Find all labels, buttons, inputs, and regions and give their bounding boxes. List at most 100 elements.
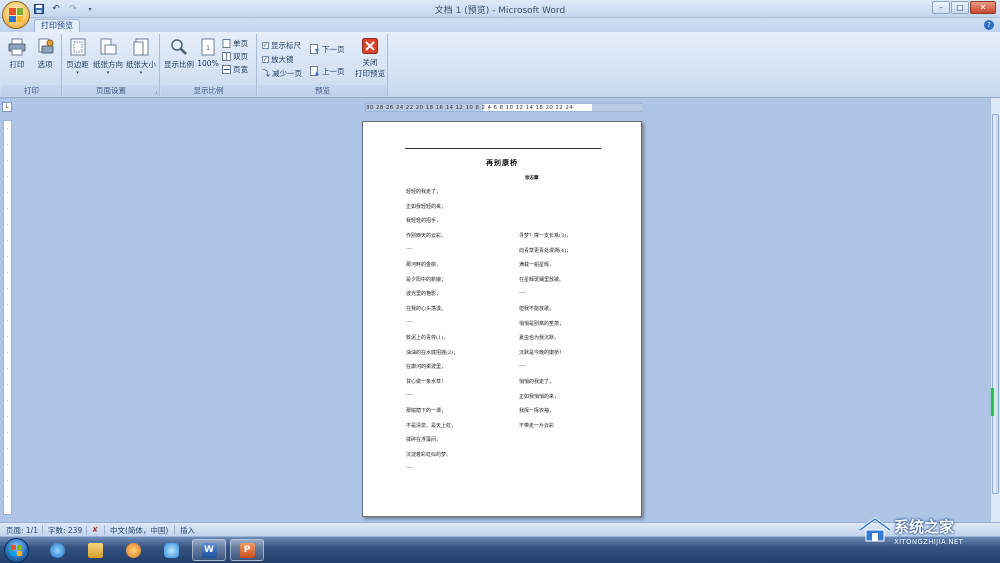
shrink-one-page-button[interactable]: ⤵ 减少一页 (262, 68, 302, 79)
poem-line: 波光里的艳影， (406, 291, 442, 298)
close-preview-button[interactable]: 关闭 打印预览 (354, 38, 386, 79)
magnifier-checkbox[interactable]: ✓ 放大镜 (262, 54, 294, 65)
page-width-button[interactable]: 页宽 (222, 64, 248, 75)
ribbon-tab-row: 打印预览 ? (0, 18, 1000, 33)
title-bar: ↶ ↷ ▾ 文档 1 (预览) - Microsoft Word – □ ✕ (0, 0, 1000, 29)
poem-line: 那河畔的金柳， (406, 261, 442, 268)
poem-line: 正如我轻轻的来； (406, 203, 447, 210)
poem-right-column: 寻梦？撑一支长篙(3)， 向青草更青处漫溯(4)； 满载一船星辉， 在星辉斑斓里… (519, 232, 571, 436)
two-pages-button[interactable]: 双页 (222, 51, 248, 62)
status-words[interactable]: 字数: 239 (48, 525, 82, 536)
taskbar-ie[interactable] (40, 539, 74, 561)
size-button[interactable]: 纸张大小 ▾ (125, 38, 157, 76)
show-ruler-checkbox[interactable]: ✓ 显示标尺 (262, 40, 301, 51)
poem-line: 油油的在水底招摇(2)； (406, 349, 459, 356)
vertical-scrollbar[interactable] (990, 98, 1000, 522)
poem-line: ---- (406, 319, 413, 326)
taskbar-powerpoint[interactable]: P (230, 539, 264, 561)
margins-button[interactable]: 页边距 ▾ (64, 38, 91, 76)
internet-explorer-icon (49, 542, 65, 558)
app-icon (163, 542, 179, 558)
status-separator (86, 525, 87, 535)
taskbar-word[interactable]: W (192, 539, 226, 561)
margins-dropdown-icon: ▾ (76, 70, 79, 76)
poem-line: 那榆荫下的一潭， (406, 407, 447, 414)
size-button-label: 纸张大小 (126, 60, 156, 69)
taskbar-explorer[interactable] (78, 539, 112, 561)
poem-line: 揉碎在浮藻间， (406, 437, 442, 444)
poem-line: ---- (406, 246, 413, 253)
one-page-label: 单页 (233, 39, 248, 48)
poem-line: ---- (519, 290, 526, 297)
minimize-button[interactable]: – (932, 1, 950, 14)
poem-line: 在康河的柔波里， (406, 364, 447, 371)
site-watermark: 系统之家 XITONGZHIJIA.NET (836, 514, 996, 560)
proofing-icon[interactable]: ✘ (92, 525, 98, 534)
zoom-button[interactable]: 显示比例 (163, 38, 195, 70)
ribbon: 打印 选项 打印 页边距 ▾ 纸张方向 ▾ 纸张大小 ▾ 页面设置 ⌟ 显示比例… (0, 32, 1000, 98)
one-page-icon (222, 39, 231, 48)
scrollbar-thumb[interactable] (992, 114, 999, 494)
watermark-url: XITONGZHIJIA.NET (894, 538, 964, 546)
magnifier-label: 放大镜 (271, 55, 294, 64)
prev-page-button[interactable]: 上一页 (310, 66, 345, 77)
print-button[interactable]: 打印 (6, 38, 28, 70)
options-icon (33, 38, 57, 58)
status-separator (42, 525, 43, 535)
two-pages-icon (222, 52, 231, 61)
tab-selector-icon[interactable]: L (2, 102, 12, 112)
taskbar-app[interactable] (154, 539, 188, 561)
orientation-dropdown-icon: ▾ (106, 70, 110, 76)
orientation-button[interactable]: 纸张方向 ▾ (92, 38, 124, 76)
tab-print-preview[interactable]: 打印预览 (34, 19, 80, 33)
zoom-button-label: 显示比例 (164, 60, 194, 69)
margins-icon (64, 38, 91, 58)
office-button[interactable] (2, 1, 30, 29)
paper-size-icon (125, 38, 157, 58)
page-setup-group-label: 页面设置 (63, 85, 159, 96)
poem-line: 在星辉斑斓里放歌。 (519, 276, 565, 283)
orientation-button-label: 纸张方向 (93, 60, 123, 69)
header-rule (405, 148, 601, 149)
options-button[interactable]: 选项 (33, 38, 57, 70)
house-logo-icon (859, 517, 891, 542)
printer-icon (6, 38, 28, 58)
status-language[interactable]: 中文(简体，中国) (110, 525, 168, 536)
help-icon[interactable]: ? (984, 20, 994, 30)
status-page[interactable]: 页面: 1/1 (6, 525, 38, 536)
powerpoint-icon: P (239, 542, 255, 558)
word-icon: W (201, 542, 217, 558)
vertical-ruler-ticks: · · · · · · · · · · · · · · · · · · · · · · · · (6, 126, 9, 500)
taskbar-media-player[interactable] (116, 539, 150, 561)
size-dropdown-icon: ▾ (139, 70, 143, 76)
poem-line: 悄悄是别离的笙箫； (519, 320, 565, 327)
orientation-icon (92, 38, 124, 58)
horizontal-ruler-ticks: 30 28 26 24 22 20 18 16 14 12 10 8 2 4 6… (366, 105, 574, 111)
page-width-label: 页宽 (233, 65, 248, 74)
status-separator (104, 525, 105, 535)
zoom-100-button[interactable]: 1 100% (197, 38, 219, 68)
horizontal-ruler[interactable]: 30 28 26 24 22 20 18 16 14 12 10 8 2 4 6… (365, 103, 642, 112)
poem-line: 正如我悄悄的来； (519, 393, 560, 400)
prev-page-label: 上一页 (322, 67, 345, 76)
start-button[interactable] (4, 538, 29, 563)
close-preview-label-2: 打印预览 (355, 69, 385, 78)
poem-line: 但我不能放歌， (519, 305, 555, 312)
next-page-button[interactable]: 下一页 (310, 44, 345, 55)
poem-line: 沉默是今晚的康桥！ (519, 349, 565, 356)
maximize-button[interactable]: □ (951, 1, 969, 14)
poem-left-column: 轻轻的我走了， 正如我轻轻的来； 我轻轻的招手， 作别西天的云彩。 ---- 那… (406, 188, 458, 480)
status-insert-mode[interactable]: 插入 (180, 525, 195, 536)
poem-line: 不是清泉，是天上虹； (406, 422, 457, 429)
window-controls: – □ ✕ (932, 1, 996, 14)
vertical-ruler[interactable]: · · · · · · · · · · · · · · · · · · · · · · · · (3, 120, 12, 515)
page-setup-launcher-icon[interactable]: ⌟ (154, 88, 157, 95)
print-group: 打印 选项 打印 (2, 34, 62, 96)
close-preview-label-1: 关闭 (362, 58, 378, 67)
close-window-button[interactable]: ✕ (970, 1, 996, 14)
page-setup-group: 页边距 ▾ 纸张方向 ▾ 纸张大小 ▾ 页面设置 ⌟ (63, 34, 160, 96)
document-page[interactable]: 再别康桥 徐志摩 轻轻的我走了， 正如我轻轻的来； 我轻轻的招手， 作别西天的云… (362, 121, 642, 517)
one-page-button[interactable]: 单页 (222, 38, 248, 49)
poem-line: 夏虫也为我沉默， (519, 335, 560, 342)
preview-group-label: 预览 (258, 85, 387, 96)
